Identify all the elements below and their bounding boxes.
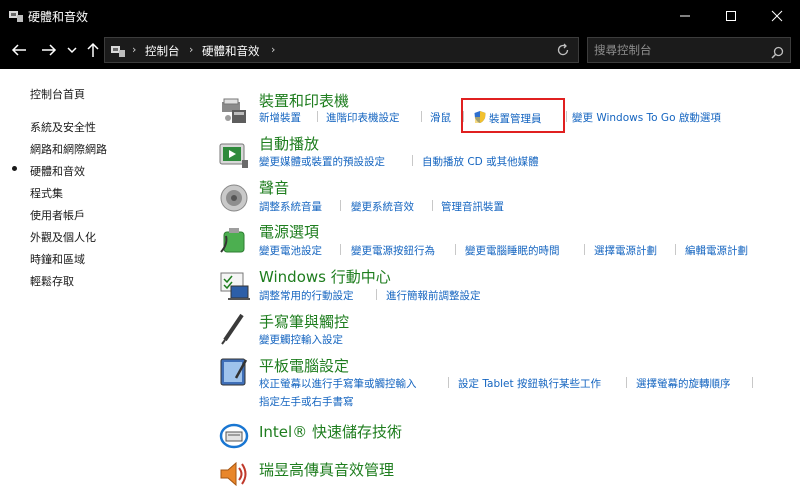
link-add-device[interactable]: 新增裝置 xyxy=(259,110,301,125)
link-divider xyxy=(376,289,377,300)
link-tablet-buttons[interactable]: 設定 Tablet 按鈕執行某些工作 xyxy=(458,376,601,391)
category-title-mobility-center[interactable]: Windows 行動中心 xyxy=(259,266,391,287)
link-choose-power-plan[interactable]: 選擇電源計劃 xyxy=(594,243,657,258)
link-change-media-defaults[interactable]: 變更媒體或裝置的預設設定 xyxy=(259,154,385,169)
link-edit-power-plan[interactable]: 編輯電源計劃 xyxy=(685,243,748,258)
sidebar-item-user-accounts[interactable]: 使用者帳戶 xyxy=(30,207,85,223)
link-windows-to-go[interactable]: 變更 Windows To Go 啟動選項 xyxy=(572,110,721,125)
devices-printers-icon[interactable] xyxy=(218,96,250,128)
link-presentation-settings[interactable]: 進行簡報前調整設定 xyxy=(386,288,481,303)
sidebar-item-home[interactable]: 控制台首頁 xyxy=(30,86,85,102)
category-title-tablet-settings[interactable]: 平板電腦設定 xyxy=(259,355,349,376)
link-mobility-settings[interactable]: 調整常用的行動設定 xyxy=(259,288,354,303)
link-divider xyxy=(317,111,318,122)
window-title: 硬體和音效 xyxy=(28,10,89,24)
category-title-realtek-audio[interactable]: 瑞昱高傳真音效管理 xyxy=(259,459,394,480)
search-box[interactable] xyxy=(587,37,791,63)
breadcrumb-separator-icon[interactable]: › xyxy=(271,43,275,56)
link-mouse[interactable]: 滑鼠 xyxy=(430,110,451,125)
link-divider xyxy=(432,200,433,211)
link-touch-input-settings[interactable]: 變更觸控輸入設定 xyxy=(259,332,343,347)
link-divider xyxy=(421,111,422,122)
control-panel-icon xyxy=(110,43,126,57)
link-battery-settings[interactable]: 變更電池設定 xyxy=(259,243,322,258)
category-title-devices-printers[interactable]: 裝置和印表機 xyxy=(259,90,349,111)
link-manage-audio-devices[interactable]: 管理音訊裝置 xyxy=(441,199,504,214)
link-divider xyxy=(675,244,676,255)
link-divider xyxy=(412,155,413,166)
tablet-settings-icon[interactable] xyxy=(218,356,250,388)
sidebar-item-clock-region[interactable]: 時鐘和區域 xyxy=(30,251,85,267)
link-calibrate-screen[interactable]: 校正螢幕以進行手寫筆或觸控輸入 xyxy=(259,376,417,391)
category-title-power-options[interactable]: 電源選項 xyxy=(259,221,319,242)
category-title-sound[interactable]: 聲音 xyxy=(259,177,289,198)
forward-button[interactable] xyxy=(40,41,58,59)
search-icon[interactable] xyxy=(771,44,784,63)
link-divider xyxy=(448,377,449,388)
link-divider xyxy=(455,244,456,255)
breadcrumb-separator-icon[interactable]: › xyxy=(132,43,136,56)
breadcrumb-hardware-sound[interactable]: 硬體和音效 xyxy=(202,43,260,59)
sidebar: 控制台首頁 系統及安全性 網路和網際網路 硬體和音效 程式集 使用者帳戶 外觀及… xyxy=(0,69,200,500)
recent-locations-button[interactable] xyxy=(66,41,78,59)
category-title-pen-touch[interactable]: 手寫筆與觸控 xyxy=(259,311,349,332)
link-screen-rotation[interactable]: 選擇螢幕的旋轉順序 xyxy=(636,376,731,391)
back-button[interactable] xyxy=(10,41,28,59)
link-autoplay-cd[interactable]: 自動播放 CD 或其他媒體 xyxy=(422,154,539,169)
link-divider xyxy=(626,377,627,388)
link-divider xyxy=(752,377,753,388)
pen-touch-icon[interactable] xyxy=(218,313,250,345)
sidebar-item-hardware-sound[interactable]: 硬體和音效 xyxy=(30,163,85,179)
highlight-box xyxy=(461,98,565,133)
address-bar[interactable]: › 控制台 › 硬體和音效 › xyxy=(104,37,579,63)
minimize-button[interactable] xyxy=(662,0,708,31)
breadcrumb-control-panel[interactable]: 控制台 xyxy=(145,43,180,59)
refresh-icon xyxy=(557,43,569,56)
up-button[interactable] xyxy=(84,41,102,59)
arrow-left-icon xyxy=(11,44,26,56)
intel-rst-icon[interactable] xyxy=(218,420,250,452)
link-adjust-volume[interactable]: 調整系統音量 xyxy=(259,199,322,214)
power-options-icon[interactable] xyxy=(218,224,250,256)
link-advanced-printer-settings[interactable]: 進階印表機設定 xyxy=(326,110,400,125)
sound-icon[interactable] xyxy=(218,182,250,214)
link-handedness[interactable]: 指定左手或右手書寫 xyxy=(259,394,354,409)
link-divider xyxy=(566,111,567,122)
link-sleep-time[interactable]: 變更電腦睡眠的時間 xyxy=(465,243,560,258)
link-divider xyxy=(584,244,585,255)
title-bar: 硬體和音效 xyxy=(0,0,800,31)
maximize-icon xyxy=(726,10,736,21)
realtek-audio-icon[interactable] xyxy=(218,458,250,490)
control-panel-icon xyxy=(8,8,24,22)
close-button[interactable] xyxy=(754,0,800,31)
maximize-button[interactable] xyxy=(708,0,754,31)
search-input[interactable] xyxy=(594,42,764,58)
category-title-intel-rst[interactable]: Intel® 快速儲存技術 xyxy=(259,421,402,442)
breadcrumb-separator-icon[interactable]: › xyxy=(189,43,193,56)
refresh-button[interactable] xyxy=(548,37,578,63)
link-power-button-behavior[interactable]: 變更電源按鈕行為 xyxy=(351,243,435,258)
category-title-autoplay[interactable]: 自動播放 xyxy=(259,133,319,154)
autoplay-icon[interactable] xyxy=(218,140,250,172)
arrow-right-icon xyxy=(42,44,57,56)
sidebar-item-security[interactable]: 系統及安全性 xyxy=(30,119,96,135)
link-divider xyxy=(340,244,341,255)
chevron-down-icon xyxy=(67,47,77,54)
sidebar-item-programs[interactable]: 程式集 xyxy=(30,185,63,201)
sidebar-item-appearance[interactable]: 外觀及個人化 xyxy=(30,229,96,245)
minimize-icon xyxy=(680,15,690,16)
arrow-up-icon xyxy=(87,42,99,57)
mobility-center-icon[interactable] xyxy=(218,270,250,302)
selected-bullet-icon xyxy=(12,166,17,171)
link-divider xyxy=(340,200,341,211)
link-change-system-sounds[interactable]: 變更系統音效 xyxy=(351,199,414,214)
close-icon xyxy=(771,10,783,21)
sidebar-item-network[interactable]: 網路和網際網路 xyxy=(30,141,107,157)
sidebar-item-ease-of-access[interactable]: 輕鬆存取 xyxy=(30,273,74,289)
